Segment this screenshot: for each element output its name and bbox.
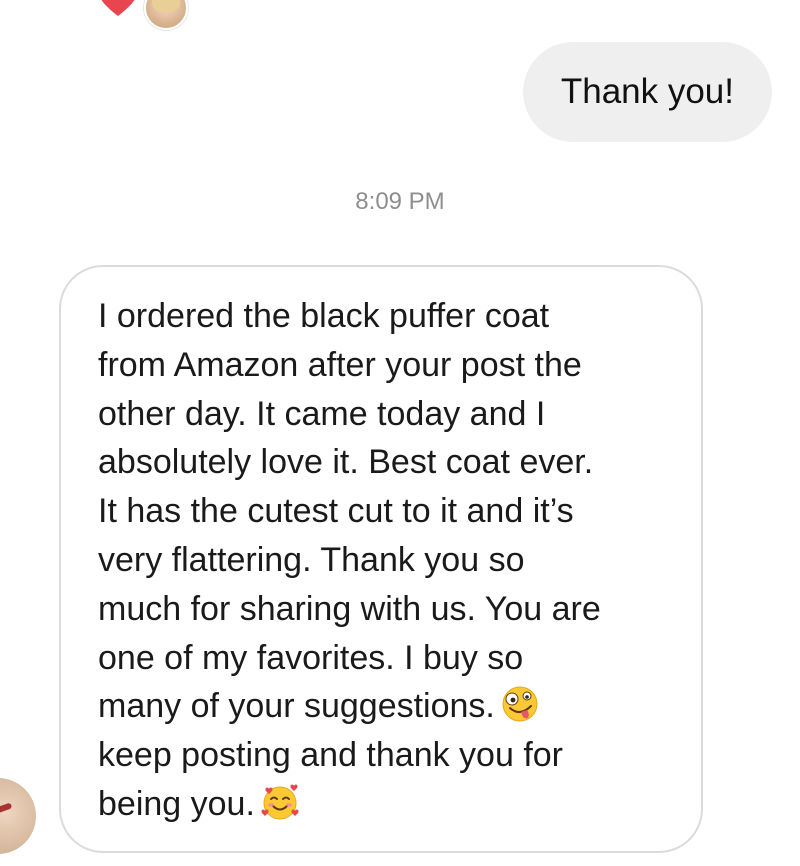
zany-face-emoji bbox=[502, 686, 538, 722]
outgoing-message-bubble[interactable]: Thank you! bbox=[522, 42, 772, 142]
sender-avatar[interactable] bbox=[0, 778, 36, 854]
heart-icon[interactable] bbox=[97, 0, 139, 20]
message-line-text: being you. bbox=[98, 784, 255, 823]
message-line: many of your suggestions. bbox=[98, 682, 667, 731]
reactor-avatar[interactable] bbox=[144, 0, 188, 30]
outgoing-message-text: Thank you! bbox=[560, 72, 734, 111]
message-line: absolutely love it. Best coat ever. bbox=[98, 443, 594, 482]
message-line: from Amazon after your post the bbox=[98, 345, 582, 384]
message-line: I ordered the black puffer coat bbox=[98, 297, 550, 335]
message-line: one of my favorites. I buy so bbox=[98, 638, 524, 677]
smiling-face-with-hearts-emoji bbox=[261, 784, 299, 820]
message-line: other day. It came today and I bbox=[98, 394, 546, 433]
message-line: very flattering. Thank you so bbox=[98, 540, 525, 579]
message-line-text: many of your suggestions. bbox=[98, 687, 495, 726]
message-line: It has the cutest cut to it and it’s bbox=[98, 492, 574, 531]
incoming-message-bubble[interactable]: I ordered the black puffer coat from Ama… bbox=[59, 265, 703, 853]
message-line: much for sharing with us. You are bbox=[98, 589, 601, 628]
message-line: keep posting and thank you for bbox=[98, 736, 563, 775]
message-line: being you. bbox=[98, 780, 667, 829]
message-timestamp: 8:09 PM bbox=[355, 188, 445, 215]
